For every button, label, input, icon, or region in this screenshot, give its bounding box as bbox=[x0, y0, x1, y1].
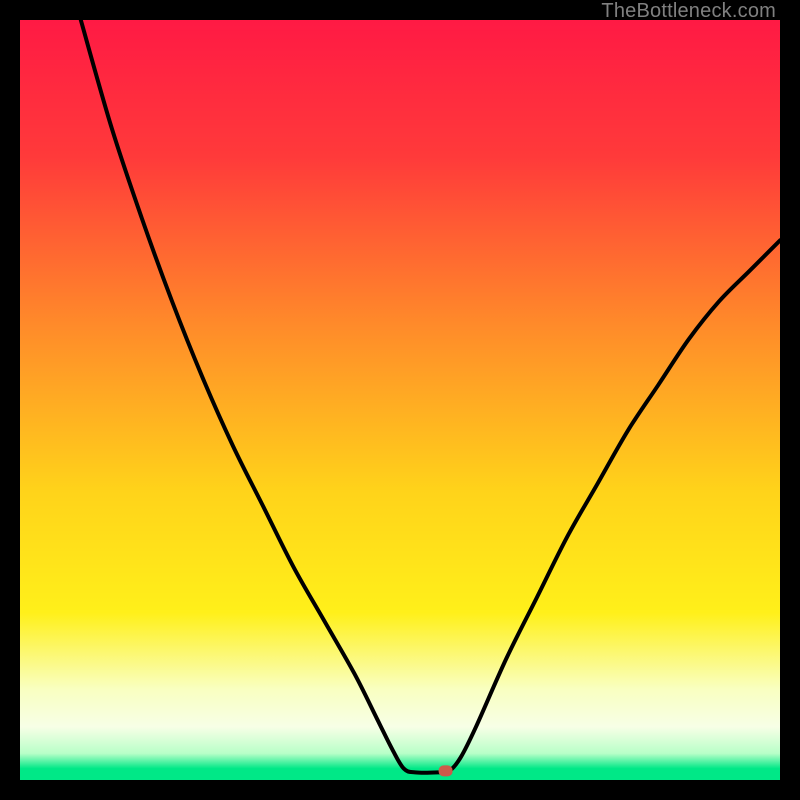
optimal-marker bbox=[439, 765, 453, 776]
bottleneck-chart bbox=[20, 20, 780, 780]
watermark-text: TheBottleneck.com bbox=[601, 0, 776, 23]
gradient-background bbox=[20, 20, 780, 780]
chart-frame bbox=[20, 20, 780, 780]
